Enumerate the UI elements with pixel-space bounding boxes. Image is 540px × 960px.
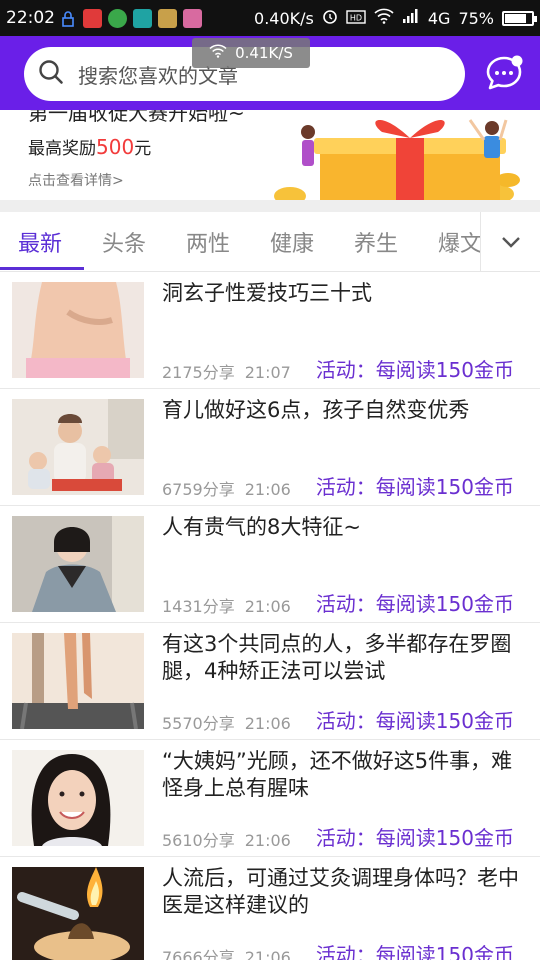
- chevron-down-icon: [501, 236, 520, 248]
- list-item[interactable]: 人有贵气的8大特征~ 1431分享 21:06 活动：每阅读150金币: [0, 506, 540, 623]
- tab-headlines[interactable]: 头条: [102, 226, 146, 258]
- more-tabs-button[interactable]: [480, 212, 540, 271]
- reward-promo[interactable]: 活动：每阅读150金币: [316, 705, 514, 734]
- share-count: 1431分享: [162, 597, 235, 616]
- status-bar: 22:02 0.40K/s HD 4G 75%: [0, 0, 540, 36]
- app-notification-icon: [183, 9, 202, 28]
- app-notification-icon: [158, 9, 177, 28]
- legs-image: [12, 633, 144, 729]
- article-meta: 1431分享 21:06: [162, 593, 291, 617]
- status-time: 22:02: [6, 8, 55, 28]
- reward-promo[interactable]: 活动：每阅读150金币: [316, 939, 514, 960]
- reward-promo[interactable]: 活动：每阅读150金币: [316, 822, 514, 851]
- reward-promo[interactable]: 活动：每阅读150金币: [316, 354, 514, 383]
- app-notification-icon: [133, 9, 152, 28]
- list-item[interactable]: 人流后，可通过艾灸调理身体吗？老中医是这样建议的 7666分享 21:06 活动：…: [0, 857, 540, 960]
- hd-icon: HD: [346, 9, 366, 28]
- tab-viral[interactable]: 爆文: [438, 226, 482, 258]
- toast-speed: 0.41K/S: [235, 44, 293, 62]
- section-divider: [0, 200, 540, 212]
- alarm-icon: [322, 8, 338, 28]
- reward-amount: 500: [96, 135, 135, 159]
- category-tabs: 最新 头条 两性 健康 养生 爆文: [0, 212, 540, 272]
- battery-percent: 75%: [458, 8, 494, 28]
- banner-reward: 最高奖励500元: [28, 135, 152, 159]
- article-title: “大姨妈”光顾，还不做好这5件事，难怪身上总有腥味: [162, 749, 513, 800]
- article-meta: 5610分享 21:06: [162, 827, 291, 851]
- app-notification-icon: [83, 9, 102, 28]
- wifi-icon: [209, 44, 227, 62]
- list-item[interactable]: 洞玄子性爱技巧三十式 2175分享 21:07 活动：每阅读150金币: [0, 272, 540, 389]
- banner-link[interactable]: 点击查看详情>: [28, 170, 124, 190]
- notification-icons: [58, 9, 202, 28]
- family-image: [12, 399, 144, 495]
- battery-level: [505, 13, 526, 23]
- battery-icon: [502, 10, 537, 26]
- share-count: 5610分享: [162, 831, 235, 850]
- share-count: 6759分享: [162, 480, 235, 499]
- moxibustion-image: [12, 867, 144, 960]
- share-count: 2175分享: [162, 363, 235, 382]
- tab-wellness[interactable]: 养生: [354, 226, 398, 258]
- promo-banner[interactable]: 第一届收徒大赛开始啦~ 最高奖励500元 点击查看详情>: [0, 110, 540, 206]
- signal-icon: [402, 8, 420, 28]
- search-icon: [38, 59, 64, 89]
- gift-box-illustration: [274, 119, 520, 205]
- smiling-woman-image: [12, 750, 144, 846]
- list-item[interactable]: 育儿做好这6点，孩子自然变优秀 6759分享 21:06 活动：每阅读150金币: [0, 389, 540, 506]
- app-notification-icon: [108, 9, 127, 28]
- publish-time: 21:06: [244, 714, 291, 733]
- network-toast: 0.41K/S: [192, 38, 310, 68]
- share-count: 7666分享: [162, 948, 235, 960]
- article-meta: 7666分享 21:06: [162, 944, 291, 960]
- article-title: 人流后，可通过艾灸调理身体吗？老中医是这样建议的: [162, 866, 519, 917]
- network-type: 4G: [427, 8, 451, 28]
- reward-promo[interactable]: 活动：每阅读150金币: [316, 471, 514, 500]
- share-count: 5570分享: [162, 714, 235, 733]
- article-title: 育儿做好这6点，孩子自然变优秀: [162, 398, 470, 422]
- status-right: 0.40K/s HD 4G 75%: [254, 8, 537, 28]
- publish-time: 21:06: [244, 480, 291, 499]
- publish-time: 21:06: [244, 831, 291, 850]
- tab-health[interactable]: 健康: [270, 226, 314, 258]
- publish-time: 21:07: [244, 363, 291, 382]
- article-meta: 6759分享 21:06: [162, 476, 291, 500]
- article-meta: 5570分享 21:06: [162, 710, 291, 734]
- banner-title: 第一届收徒大赛开始啦~: [28, 110, 245, 125]
- list-item[interactable]: 有这3个共同点的人，多半都存在罗圈腿，4种矫正法可以尝试 5570分享 21:06…: [0, 623, 540, 740]
- svg-text:HD: HD: [350, 13, 362, 22]
- active-tab-indicator: [0, 267, 84, 270]
- article-title: 有这3个共同点的人，多半都存在罗圈腿，4种矫正法可以尝试: [162, 632, 512, 683]
- article-title: 洞玄子性爱技巧三十式: [162, 281, 372, 305]
- article-meta: 2175分享 21:07: [162, 359, 291, 383]
- app-header: 搜索您喜欢的文章 0.41K/S: [0, 36, 540, 110]
- publish-time: 21:06: [244, 948, 291, 960]
- tab-latest[interactable]: 最新: [18, 226, 62, 258]
- publish-time: 21:06: [244, 597, 291, 616]
- reward-promo[interactable]: 活动：每阅读150金币: [316, 588, 514, 617]
- article-title: 人有贵气的8大特征~: [162, 515, 361, 539]
- woman-shawl-image: [12, 516, 144, 612]
- list-item[interactable]: “大姨妈”光顾，还不做好这5件事，难怪身上总有腥味 5610分享 21:06 活动…: [0, 740, 540, 857]
- belly-image: [12, 282, 144, 378]
- network-speed: 0.40K/s: [254, 8, 314, 28]
- tab-relationships[interactable]: 两性: [186, 226, 230, 258]
- chat-bubble-icon: [486, 55, 523, 90]
- message-button[interactable]: [484, 53, 524, 93]
- wifi-icon: [374, 8, 394, 28]
- lock-icon: [58, 9, 77, 28]
